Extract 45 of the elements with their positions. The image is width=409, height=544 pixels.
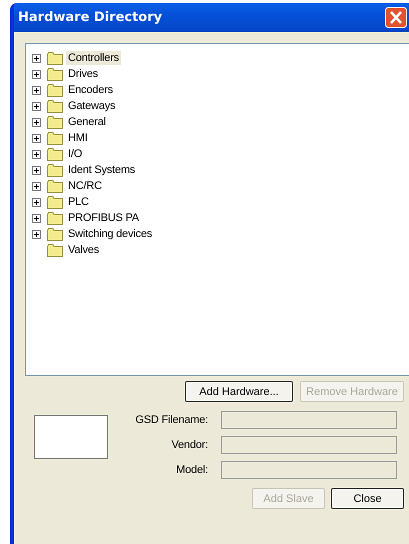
tree-item[interactable]: HMI [66, 131, 90, 145]
folder-icon [47, 100, 63, 112]
folder-icon [47, 116, 63, 128]
tree-item[interactable]: PLC [66, 195, 91, 209]
tree-item[interactable]: Encoders [66, 83, 115, 97]
expand-icon[interactable] [32, 134, 41, 142]
tree-item[interactable]: Controllers [66, 51, 121, 65]
close-icon[interactable] [385, 7, 407, 28]
folder-icon [47, 212, 63, 224]
add-hardware-button[interactable]: Add Hardware... [185, 381, 293, 402]
expand-icon[interactable] [32, 182, 41, 190]
tree-item[interactable]: I/O [66, 147, 84, 161]
field-label: GSD Filename: [134, 414, 208, 426]
expand-icon[interactable] [32, 198, 41, 206]
field-label: Model: [175, 464, 208, 476]
folder-icon [47, 228, 63, 240]
expand-icon[interactable] [32, 102, 41, 110]
expand-icon[interactable] [32, 118, 41, 126]
expand-icon[interactable] [32, 150, 41, 158]
field-label: Vendor: [170, 439, 208, 451]
tree-item[interactable]: Switching devices [66, 227, 154, 241]
tree-item[interactable]: Ident Systems [66, 163, 138, 177]
tree-item[interactable]: PROFIBUS PA [66, 211, 141, 225]
tree-item[interactable]: Valves [66, 243, 101, 257]
folder-icon [47, 196, 63, 208]
expand-icon[interactable] [32, 166, 41, 174]
folder-icon [47, 132, 63, 144]
tree-item[interactable]: Gateways [66, 99, 118, 113]
folder-icon [47, 52, 63, 64]
expand-icon[interactable] [32, 70, 41, 78]
window-title: Hardware Directory [18, 10, 162, 25]
expand-icon[interactable] [32, 54, 41, 62]
folder-icon [47, 244, 63, 256]
tree-item[interactable]: Drives [66, 67, 100, 81]
expand-icon[interactable] [32, 214, 41, 222]
tree-item[interactable]: General [66, 115, 108, 129]
close-button[interactable]: Close [331, 488, 404, 509]
tree-item[interactable]: NC/RC [66, 179, 104, 193]
folder-icon [47, 84, 63, 96]
folder-icon [47, 148, 63, 160]
folder-icon [47, 164, 63, 176]
expand-icon[interactable] [32, 86, 41, 94]
expand-icon[interactable] [32, 230, 41, 238]
folder-icon [47, 68, 63, 80]
folder-icon [47, 180, 63, 192]
